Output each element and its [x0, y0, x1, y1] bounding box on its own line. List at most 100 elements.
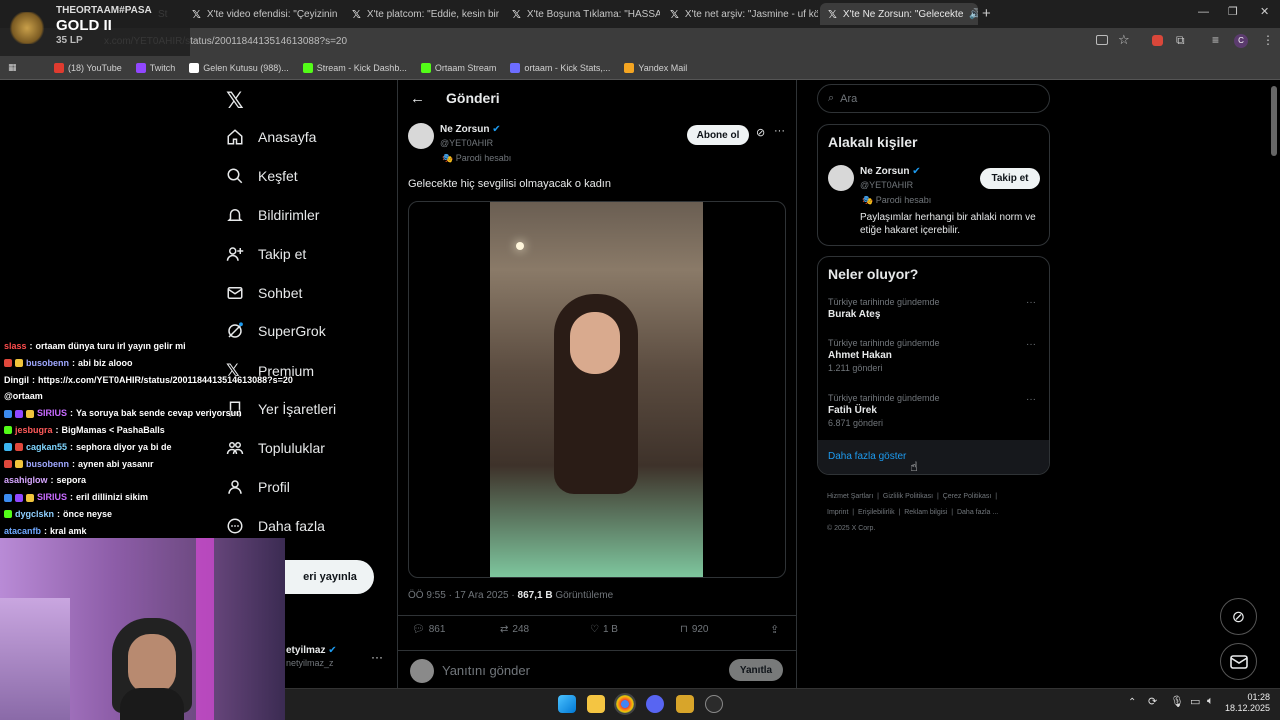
- bookmark-kick-dashboard[interactable]: Stream - Kick Dashb...: [302, 62, 407, 73]
- footer-link[interactable]: Reklam bilgisi: [904, 509, 947, 516]
- trend-more-icon[interactable]: ···: [1026, 297, 1036, 308]
- related-name-row[interactable]: Ne Zorsun ✔: [860, 166, 921, 177]
- page-scrollbar[interactable]: [1271, 86, 1277, 156]
- author-avatar[interactable]: [408, 123, 434, 149]
- tray-sync-icon[interactable]: ⟳: [1148, 695, 1157, 708]
- footer-link[interactable]: Imprint: [827, 509, 848, 516]
- grok-fab-icon[interactable]: ⊘: [1220, 598, 1257, 635]
- show-more-row[interactable]: Daha fazla göster: [818, 440, 1049, 474]
- trend-more-icon[interactable]: ···: [1026, 339, 1036, 350]
- trend-item[interactable]: Türkiye tarihinde gündemde Ahmet Hakan 1.2…: [828, 338, 940, 373]
- badge-icon: [15, 459, 23, 468]
- extensions-puzzle-icon[interactable]: ⧉: [1176, 33, 1185, 48]
- reply-button[interactable]: Yanıtla: [729, 659, 783, 681]
- footer-link[interactable]: Daha fazla ...: [957, 509, 998, 516]
- bookmark-twitch[interactable]: Twitch: [135, 62, 175, 73]
- add-person-icon: [226, 247, 244, 261]
- related-parody-text: Parodi hesabı: [875, 195, 932, 205]
- account-switcher[interactable]: etyilmaz ✔ netyilmaz_z: [286, 645, 337, 668]
- reply-action[interactable]: 💬︎ 861: [412, 624, 445, 635]
- network-icon[interactable]: ▭: [1190, 695, 1200, 708]
- chat-message: SIRIUS: eril dillinizi sikim: [0, 489, 290, 506]
- chat-text: aynen abi yasanır: [78, 458, 154, 469]
- parody-label-text: Parodi hesabı: [455, 153, 512, 163]
- tab-platcom[interactable]: 𝕏 X'te platcom: "Eddie, kesin bir✕: [344, 3, 500, 25]
- post-views-label: Görüntüleme: [555, 590, 614, 601]
- like-action[interactable]: ♡ 1 B: [590, 624, 618, 635]
- post-detail-column: ← Gönderi Ne Zorsun ✔ @YET0AHIR 🎭 Parodi…: [397, 80, 797, 688]
- bookmark-kick-stats[interactable]: ortaam - Kick Stats,...: [510, 62, 610, 73]
- windows-start-icon[interactable]: [558, 695, 576, 713]
- nav-chat[interactable]: Sohbet: [226, 284, 302, 302]
- tab-bosuna-tiklama[interactable]: 𝕏X'te Boşuna Tıklama: "HASSAS✕: [504, 3, 660, 25]
- nav-explore[interactable]: Keşfet: [226, 167, 298, 185]
- bookmark-action[interactable]: ⊓ 920: [680, 624, 709, 635]
- install-app-icon[interactable]: [1096, 35, 1108, 45]
- grok-explain-icon[interactable]: ⊘: [756, 126, 765, 139]
- subscribe-button[interactable]: Abone ol: [687, 125, 749, 145]
- bookmark-yandex-mail[interactable]: Yandex Mail: [624, 62, 687, 73]
- bookmark-gelen-kutusu[interactable]: Gelen Kutusu (988)...: [189, 62, 289, 73]
- post-more-icon[interactable]: ···: [774, 125, 785, 137]
- close-tab-icon[interactable]: ✕: [499, 8, 500, 21]
- new-tab-button[interactable]: +: [982, 5, 991, 22]
- x-logo-icon: 𝕏: [192, 8, 201, 21]
- footer-link[interactable]: Erişilebilirlik: [858, 509, 895, 516]
- chat-message: slass: ortaam dünya turu irl yayın gelir …: [0, 338, 290, 355]
- mask-icon: 🎭: [862, 195, 874, 205]
- clock[interactable]: 01:28 18.12.2025: [1224, 692, 1270, 714]
- chat-user: busobenn: [26, 458, 69, 469]
- apps-grid-icon[interactable]: ▦: [8, 62, 40, 73]
- restore-button[interactable]: ❐: [1228, 5, 1238, 18]
- menu-kebab-icon[interactable]: ⋮: [1262, 33, 1274, 47]
- back-arrow-icon[interactable]: ←: [410, 90, 425, 107]
- app-icon[interactable]: [676, 695, 694, 713]
- bookmark-youtube[interactable]: (18) YouTube: [54, 62, 122, 73]
- speaker-icon[interactable]: 🔊: [969, 9, 978, 20]
- badge-icon: [26, 493, 34, 502]
- chat-text: abi biz alooo: [78, 357, 133, 368]
- volume-icon[interactable]: 🔈︎: [1207, 695, 1214, 708]
- nav-notifications[interactable]: Bildirimler: [226, 206, 319, 224]
- chat-text: @ortaam: [4, 391, 43, 402]
- messages-fab[interactable]: [1220, 643, 1257, 680]
- share-icon[interactable]: ⇪: [770, 623, 779, 636]
- post-video[interactable]: [408, 201, 786, 578]
- nav-follow[interactable]: Takip et: [226, 245, 306, 263]
- profile-avatar[interactable]: C: [1234, 34, 1248, 48]
- trend-more-icon[interactable]: ···: [1026, 394, 1036, 405]
- minimize-button[interactable]: —: [1198, 6, 1209, 18]
- reply-input[interactable]: Yanıtını gönder: [442, 663, 530, 678]
- tab-video-efendisi[interactable]: 𝕏X'te video efendisi: "Çeyizinin d✕: [184, 3, 340, 25]
- nav-home[interactable]: Anasayfa: [226, 128, 316, 146]
- chrome-icon[interactable]: [614, 693, 636, 715]
- repost-action[interactable]: ⇄ 248: [500, 624, 529, 635]
- x-logo-icon[interactable]: 𝕏: [226, 88, 244, 114]
- media-control-icon[interactable]: ≡: [1212, 33, 1219, 47]
- show-more-link[interactable]: Daha fazla göster: [828, 451, 906, 462]
- tab-ne-zorsun[interactable]: 𝕏X'te Ne Zorsun: "Gelecekte🔊✕: [820, 3, 978, 25]
- extension-icon[interactable]: [1152, 35, 1163, 46]
- microphone-icon[interactable]: 🎙︎: [1170, 695, 1184, 708]
- follow-button[interactable]: Takip et: [980, 168, 1040, 189]
- tab-net-arsiv[interactable]: 𝕏X'te net arşiv: "Jasmine - uf köt✕: [662, 3, 818, 25]
- related-avatar[interactable]: [828, 165, 854, 191]
- obs-icon[interactable]: [705, 695, 723, 713]
- footer-link[interactable]: Gizlilik Politikası: [883, 493, 933, 500]
- footer-link[interactable]: Hizmet Şartları: [827, 493, 873, 500]
- bookmark-ortaam-stream[interactable]: Ortaam Stream: [420, 62, 496, 73]
- footer-link[interactable]: Çerez Politikası: [943, 493, 992, 500]
- trend-item[interactable]: Türkiye tarihinde gündemde Fatih Ürek 6.87…: [828, 393, 940, 428]
- tray-chevron-icon[interactable]: ⌃: [1128, 697, 1136, 708]
- account-more-icon[interactable]: ···: [371, 650, 383, 664]
- search-bar[interactable]: ⌕ Ara: [817, 84, 1050, 113]
- badge-icon: [15, 409, 23, 418]
- file-explorer-icon[interactable]: [587, 695, 605, 713]
- chat-text: sephora diyor ya bi de: [76, 441, 172, 452]
- trend-item[interactable]: Türkiye tarihinde gündemde Burak Ateş: [828, 297, 940, 320]
- url-field[interactable]: x.com/YET0AHIR/status/200118441351461308…: [90, 33, 1120, 51]
- close-window-button[interactable]: ✕: [1260, 5, 1269, 18]
- author-name-row[interactable]: Ne Zorsun ✔: [440, 124, 501, 135]
- bookmark-star-icon[interactable]: ☆: [1118, 32, 1130, 48]
- discord-icon[interactable]: [646, 695, 664, 713]
